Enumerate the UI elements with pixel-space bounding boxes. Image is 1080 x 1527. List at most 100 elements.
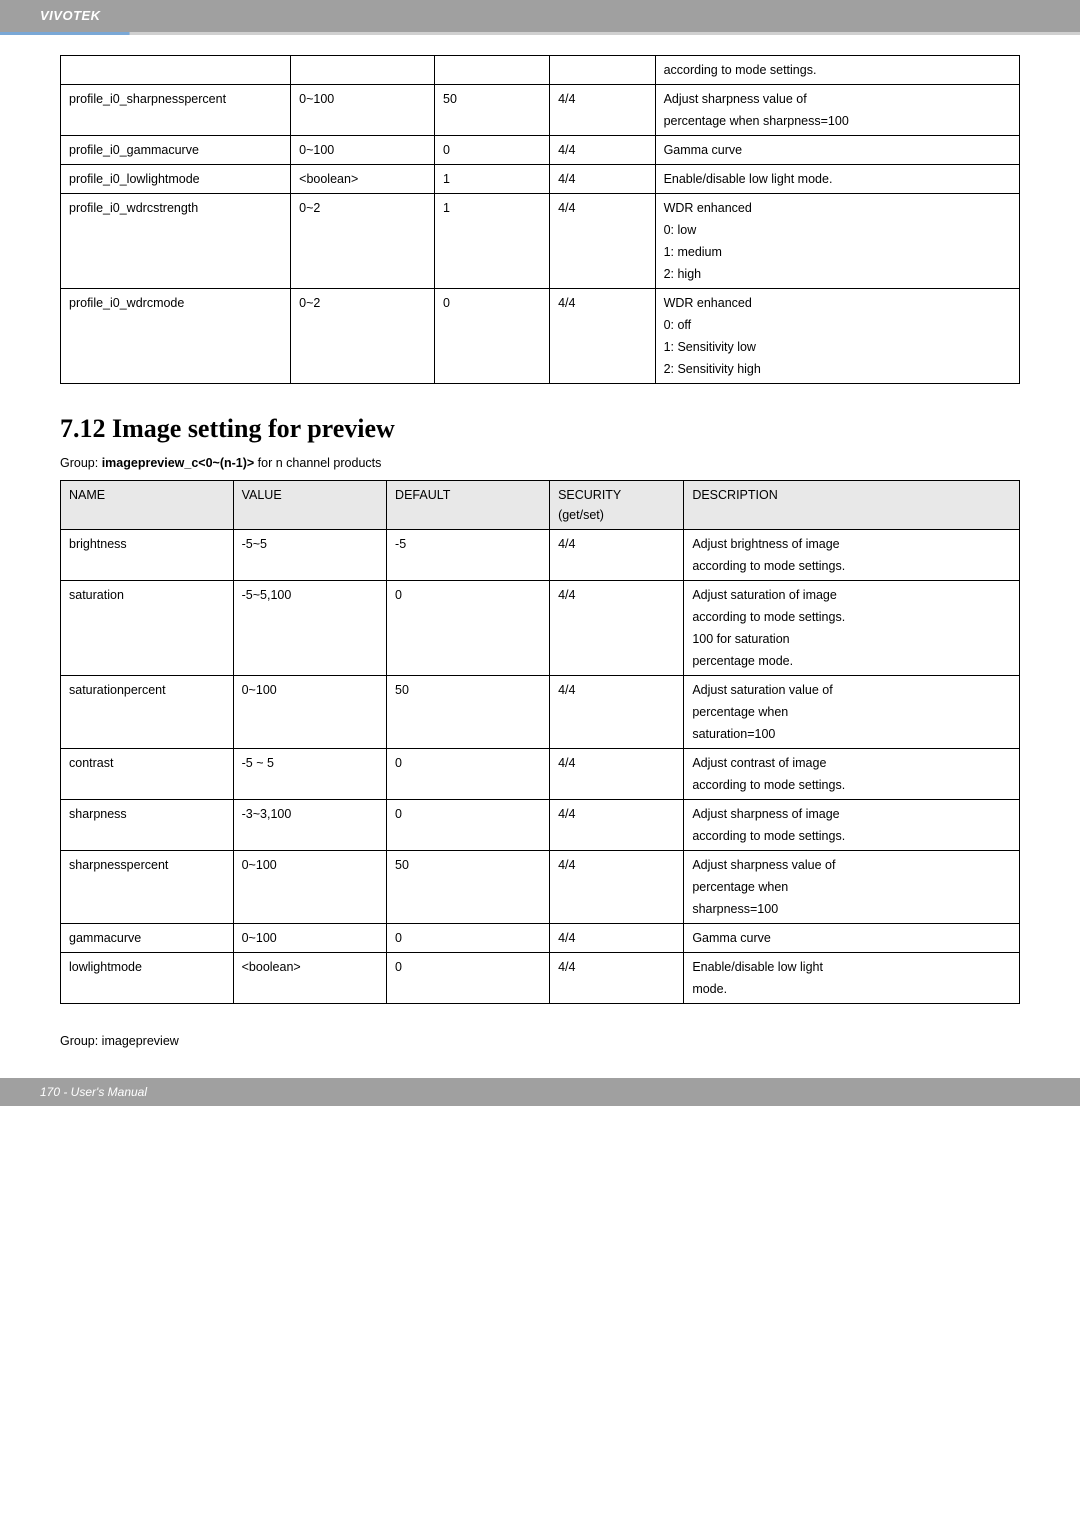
cell-desc: Adjust sharpness value of percentage whe… — [684, 851, 1020, 924]
header-security-text: SECURITY — [558, 488, 675, 502]
desc-line: according to mode settings. — [692, 829, 1011, 843]
header-band: VIVOTEK — [0, 0, 1080, 32]
desc-line: Adjust sharpness value of — [692, 858, 1011, 872]
desc-line: 2: Sensitivity high — [664, 362, 1011, 376]
cell-value: -5~5 — [233, 530, 386, 581]
cell-value: 0~100 — [291, 136, 435, 165]
page-number-label: 170 - User's Manual — [40, 1085, 147, 1099]
cell-default: 0 — [387, 800, 550, 851]
cell-desc: Gamma curve — [655, 136, 1019, 165]
desc-line: 1: Sensitivity low — [664, 340, 1011, 354]
cell-default: 0 — [435, 289, 550, 384]
cell-desc: Gamma curve — [684, 924, 1020, 953]
desc-line: WDR enhanced — [664, 296, 1011, 310]
desc-line: Adjust brightness of image — [692, 537, 1011, 551]
section-title: 7.12 Image setting for preview — [60, 414, 1020, 444]
cell-value: -3~3,100 — [233, 800, 386, 851]
desc-line: according to mode settings. — [692, 610, 1011, 624]
cell-security: 4/4 — [550, 851, 684, 924]
footer-band: 170 - User's Manual — [0, 1078, 1080, 1106]
cell-name: saturationpercent — [61, 676, 234, 749]
cell-name: brightness — [61, 530, 234, 581]
brand-label: VIVOTEK — [40, 8, 101, 23]
page-content: according to mode settings. profile_i0_s… — [0, 35, 1080, 1078]
cell-desc: Adjust sharpness value of percentage whe… — [655, 85, 1019, 136]
cell-name: lowlightmode — [61, 953, 234, 1004]
cell-value: <boolean> — [233, 953, 386, 1004]
table-profile-settings: according to mode settings. profile_i0_s… — [60, 55, 1020, 384]
cell-default: 0 — [387, 581, 550, 676]
desc-line: saturation=100 — [692, 727, 1011, 741]
table-row: saturationpercent 0~100 50 4/4 Adjust sa… — [61, 676, 1020, 749]
desc-line: 100 for saturation — [692, 632, 1011, 646]
cell-desc: Adjust saturation value of percentage wh… — [684, 676, 1020, 749]
cell-security: 4/4 — [550, 749, 684, 800]
desc-line: according to mode settings. — [692, 559, 1011, 573]
table-row: profile_i0_sharpnesspercent 0~100 50 4/4… — [61, 85, 1020, 136]
cell-value: 0~100 — [233, 676, 386, 749]
header-value: VALUE — [233, 481, 386, 530]
cell-desc: Adjust saturation of image according to … — [684, 581, 1020, 676]
desc-line: Adjust sharpness value of — [664, 92, 1011, 106]
cell-desc: Adjust brightness of image according to … — [684, 530, 1020, 581]
cell-desc: Adjust contrast of image according to mo… — [684, 749, 1020, 800]
desc-line: Adjust saturation of image — [692, 588, 1011, 602]
cell-value: 0~2 — [291, 289, 435, 384]
cell-security: 4/4 — [550, 85, 655, 136]
table-row: sharpnesspercent 0~100 50 4/4 Adjust sha… — [61, 851, 1020, 924]
table-row: according to mode settings. — [61, 56, 1020, 85]
cell-desc: Enable/disable low light mode. — [684, 953, 1020, 1004]
desc-line: 1: medium — [664, 245, 1011, 259]
cell-default: 0 — [435, 136, 550, 165]
cell-security — [550, 56, 655, 85]
header-security: SECURITY (get/set) — [550, 481, 684, 530]
desc-line: sharpness=100 — [692, 902, 1011, 916]
cell-desc: according to mode settings. — [655, 56, 1019, 85]
cell-name: saturation — [61, 581, 234, 676]
cell-name: gammacurve — [61, 924, 234, 953]
desc-line: Adjust contrast of image — [692, 756, 1011, 770]
cell-name — [61, 56, 291, 85]
table-header-row: NAME VALUE DEFAULT SECURITY (get/set) DE… — [61, 481, 1020, 530]
group-prefix: Group: — [60, 456, 102, 470]
desc-line: percentage when — [692, 880, 1011, 894]
cell-desc: WDR enhanced 0: low 1: medium 2: high — [655, 194, 1019, 289]
cell-security: 4/4 — [550, 924, 684, 953]
cell-name: profile_i0_sharpnesspercent — [61, 85, 291, 136]
desc-line: 0: low — [664, 223, 1011, 237]
cell-value: -5~5,100 — [233, 581, 386, 676]
desc-line: percentage when — [692, 705, 1011, 719]
cell-value: 0~2 — [291, 194, 435, 289]
desc-line: 0: off — [664, 318, 1011, 332]
cell-desc: Adjust sharpness of image according to m… — [684, 800, 1020, 851]
cell-desc: WDR enhanced 0: off 1: Sensitivity low 2… — [655, 289, 1019, 384]
group-line: Group: imagepreview_c<0~(n-1)> for n cha… — [60, 456, 1020, 470]
table-row: lowlightmode <boolean> 0 4/4 Enable/disa… — [61, 953, 1020, 1004]
cell-name: profile_i0_wdrcmode — [61, 289, 291, 384]
cell-default: 1 — [435, 194, 550, 289]
table-row: contrast -5 ~ 5 0 4/4 Adjust contrast of… — [61, 749, 1020, 800]
desc-line: mode. — [692, 982, 1011, 996]
cell-security: 4/4 — [550, 676, 684, 749]
header-desc: DESCRIPTION — [684, 481, 1020, 530]
cell-default: -5 — [387, 530, 550, 581]
table-row: profile_i0_gammacurve 0~100 0 4/4 Gamma … — [61, 136, 1020, 165]
desc-line: Adjust sharpness of image — [692, 807, 1011, 821]
cell-desc: Enable/disable low light mode. — [655, 165, 1019, 194]
table-row: profile_i0_wdrcmode 0~2 0 4/4 WDR enhanc… — [61, 289, 1020, 384]
cell-security: 4/4 — [550, 800, 684, 851]
desc-line: Adjust saturation value of — [692, 683, 1011, 697]
cell-name: sharpnesspercent — [61, 851, 234, 924]
table-row: sharpness -3~3,100 0 4/4 Adjust sharpnes… — [61, 800, 1020, 851]
bottom-group-label: Group: imagepreview — [60, 1034, 1020, 1048]
cell-default: 50 — [435, 85, 550, 136]
desc-line: according to mode settings. — [692, 778, 1011, 792]
cell-default: 1 — [435, 165, 550, 194]
cell-security: 4/4 — [550, 136, 655, 165]
cell-name: profile_i0_wdrcstrength — [61, 194, 291, 289]
table-imagepreview: NAME VALUE DEFAULT SECURITY (get/set) DE… — [60, 480, 1020, 1004]
header-default: DEFAULT — [387, 481, 550, 530]
group-bold: imagepreview_c<0~(n-1)> — [102, 456, 255, 470]
cell-name: profile_i0_lowlightmode — [61, 165, 291, 194]
table-row: profile_i0_lowlightmode <boolean> 1 4/4 … — [61, 165, 1020, 194]
